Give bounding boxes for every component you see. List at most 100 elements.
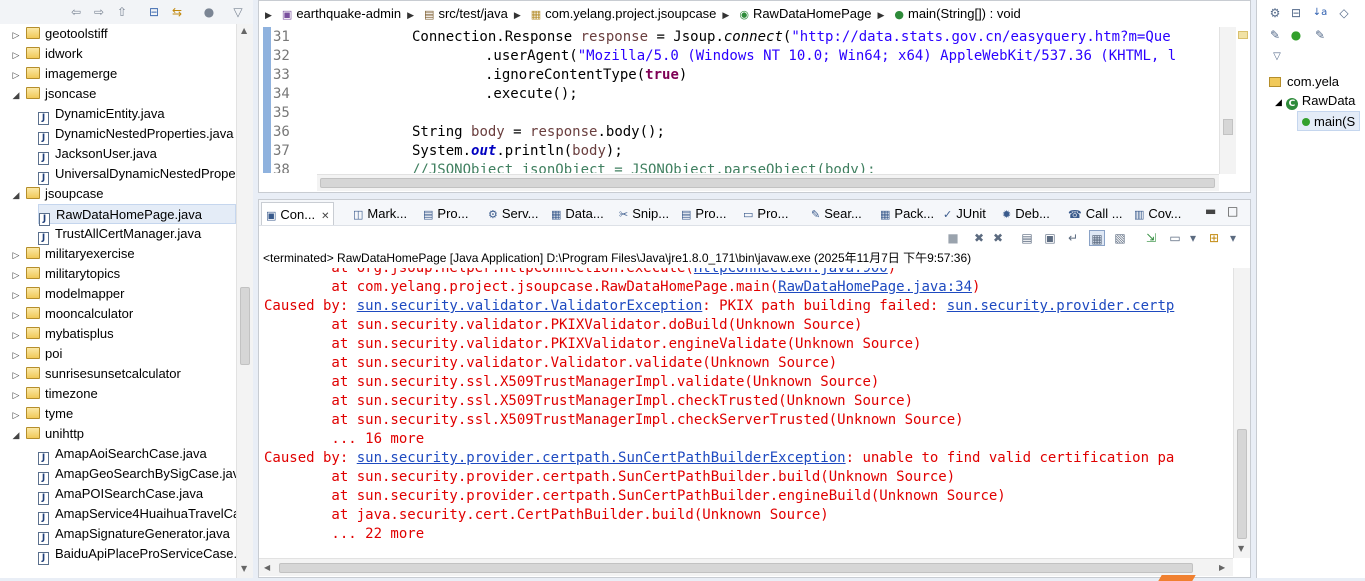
package-node[interactable]: ▷ militarytopics	[10, 264, 121, 284]
terminate-icon[interactable]: ■	[945, 230, 961, 246]
collapse-all-icon[interactable]: ⊟	[1288, 5, 1304, 21]
code-line[interactable]: 38 //JSONObject jsonObject = JSONObject.p…	[259, 161, 1219, 173]
java-file-node[interactable]: J AmapAoiSearchCase.java	[38, 444, 236, 465]
hide-non-public-icon[interactable]: ●	[1288, 27, 1304, 43]
scroll-lock-icon[interactable]: ▣	[1042, 230, 1058, 246]
package-node[interactable]: ◢ jsoupcase	[10, 184, 104, 204]
java-file-node[interactable]: J UniversalDynamicNestedPrope	[38, 164, 236, 185]
expanded-arrow-icon[interactable]: ◢	[10, 186, 22, 206]
tab-call-hierarchy[interactable]: ☎ Call ...	[1064, 202, 1127, 225]
package-tree-scrollbar[interactable]: ▲ ▼	[236, 24, 253, 578]
word-wrap-icon[interactable]: ↵	[1065, 230, 1081, 246]
console-output-line[interactable]: at sun.security.validator.PKIXValidator.…	[264, 316, 862, 335]
package-node[interactable]: ▷ mybatisplus	[10, 324, 114, 344]
tab-properties[interactable]: ▤ Pro...	[419, 202, 472, 225]
console-output-line[interactable]: ... 16 more	[264, 430, 424, 449]
link-with-editor-icon[interactable]: ⇆	[169, 4, 185, 20]
expanded-arrow-icon[interactable]: ◢	[10, 426, 22, 446]
package-node[interactable]: ◢ jsoncase	[10, 84, 97, 106]
console-output-line[interactable]: at java.security.cert.CertPathBuilder.bu…	[264, 506, 828, 525]
expanded-arrow-icon[interactable]: ◢	[1275, 98, 1282, 108]
console-output-line[interactable]: at com.yelang.project.jsoupcase.RawDataH…	[264, 278, 980, 297]
back-arrow-icon[interactable]: ⇦	[68, 4, 84, 20]
scrollbar-thumb[interactable]	[279, 563, 1193, 573]
show-console-on-error-icon[interactable]: ▧	[1112, 230, 1128, 246]
package-node[interactable]: ▷ timezone	[10, 384, 98, 404]
maximize-icon[interactable]: □	[1227, 204, 1238, 218]
tab-package-explorer[interactable]: ▦ Pack...	[876, 202, 938, 225]
collapsed-arrow-icon[interactable]: ▷	[10, 326, 22, 346]
view-menu-icon[interactable]: ▽	[230, 4, 246, 20]
console-output-line[interactable]: at sun.security.ssl.X509TrustManagerImpl…	[264, 373, 879, 392]
collapsed-arrow-icon[interactable]: ▷	[10, 406, 22, 426]
scroll-down-arrow-icon[interactable]: ▼	[1238, 544, 1244, 553]
package-node[interactable]: ▷ idwork	[10, 44, 83, 64]
console-output-line[interactable]: at sun.security.validator.PKIXValidator.…	[264, 335, 921, 354]
view-menu-icon[interactable]: ▽	[1269, 49, 1285, 65]
code-line[interactable]: 34 .execute();	[259, 85, 1219, 104]
tab-coverage[interactable]: ▥ Cov...	[1130, 202, 1185, 225]
scroll-down-arrow-icon[interactable]: ▼	[241, 564, 247, 573]
package-node[interactable]: ▷ militaryexercise	[10, 244, 135, 264]
java-file-node[interactable]: J AmapGeoSearchBySigCase.java	[38, 464, 236, 485]
tab-progress[interactable]: ▭ Pro...	[739, 202, 792, 225]
warning-marker[interactable]	[1238, 31, 1248, 39]
collapse-all-icon[interactable]: ⊟	[146, 4, 162, 20]
console-vertical-scrollbar[interactable]: ▼	[1233, 268, 1250, 558]
console-output-line[interactable]: at sun.security.provider.certpath.SunCer…	[264, 468, 955, 487]
tab-junit[interactable]: ✓ JUnit	[939, 202, 990, 225]
java-file-node[interactable]: J DynamicEntity.java	[38, 104, 236, 125]
tab-console[interactable]: ▣ Con... ✕	[261, 202, 335, 225]
tab-search[interactable]: ✎ Sear...	[807, 202, 866, 225]
code-line[interactable]: 37 System.out.println(body);	[259, 142, 1219, 161]
hide-fields-icon[interactable]: ◇	[1336, 5, 1352, 21]
tab-servers[interactable]: ⚙ Serv...	[484, 202, 542, 225]
console-output-line[interactable]: ... 22 more	[264, 525, 424, 544]
code-line[interactable]: 36 String body = response.body();	[259, 123, 1219, 142]
package-node[interactable]: ▷ geotoolstiff	[10, 24, 108, 44]
editor-vertical-scrollbar[interactable]	[1219, 27, 1236, 174]
focus-icon[interactable]: ●	[201, 4, 217, 20]
pin-console-icon[interactable]: ⇲	[1143, 230, 1159, 246]
breadcrumb-item[interactable]: ◉ RawDataHomePage	[739, 1, 871, 28]
package-node[interactable]: ▷ modelmapper	[10, 284, 125, 304]
collapsed-arrow-icon[interactable]: ▷	[10, 46, 22, 66]
breadcrumb-item[interactable]: ▦ com.yelang.project.jsoupcase	[531, 1, 717, 28]
java-file-node[interactable]: J JacksonUser.java	[38, 144, 236, 165]
expanded-arrow-icon[interactable]: ◢	[10, 86, 22, 106]
hide-static-icon[interactable]: ✎	[1267, 27, 1283, 43]
code-line[interactable]: 32 .userAgent("Mozilla/5.0 (Windows NT 10…	[259, 47, 1219, 66]
breadcrumb-separator-icon[interactable]: ▶	[722, 3, 729, 29]
editor-horizontal-scrollbar[interactable]	[317, 174, 1219, 191]
tab-markers[interactable]: ◫ Mark...	[349, 202, 411, 225]
scrollbar-thumb[interactable]	[240, 287, 250, 365]
collapsed-arrow-icon[interactable]: ▷	[10, 366, 22, 386]
scroll-left-arrow-icon[interactable]: ◀	[264, 563, 270, 572]
remove-launch-icon[interactable]: ✖	[971, 230, 987, 246]
scroll-right-arrow-icon[interactable]: ▶	[1219, 563, 1225, 572]
forward-arrow-icon[interactable]: ⇨	[91, 4, 107, 20]
dropdown-arrow-icon[interactable]: ▾	[1185, 230, 1201, 246]
breadcrumb-separator-icon[interactable]: ▶	[265, 3, 272, 29]
package-node[interactable]: ▷ imagemerge	[10, 64, 118, 86]
java-file-node[interactable]: J DynamicNestedProperties.java	[38, 124, 236, 145]
dropdown-arrow-icon[interactable]: ▾	[1225, 230, 1241, 246]
scrollbar-thumb[interactable]	[1237, 429, 1247, 539]
java-file-node[interactable]: J TrustAllCertManager.java	[38, 224, 236, 245]
show-console-on-output-icon[interactable]: ▦	[1089, 230, 1105, 246]
up-folder-icon[interactable]: ⇧	[114, 4, 130, 20]
console-output-line[interactable]: at org.jsoup.helper.HttpConnection.execu…	[264, 268, 896, 278]
tab-snippets[interactable]: ✂ Snip...	[615, 202, 673, 225]
package-node[interactable]: ▷ tyme	[10, 404, 74, 426]
package-node[interactable]: ◢ unihttp	[10, 424, 85, 446]
console-output-line[interactable]: at sun.security.validator.Validator.vali…	[264, 354, 837, 373]
code-line[interactable]: 35	[259, 104, 1219, 123]
java-file-node[interactable]: J AmaPOISearchCase.java	[38, 484, 236, 505]
tab-debug[interactable]: ✹ Deb...	[998, 202, 1054, 225]
java-file-node[interactable]: J BaiduApiPlaceProServiceCase.j	[38, 544, 236, 565]
code-line[interactable]: 33 .ignoreContentType(true)	[259, 66, 1219, 85]
breadcrumb-item[interactable]: ▣ earthquake-admin	[282, 1, 401, 28]
breadcrumb-separator-icon[interactable]: ▶	[407, 3, 414, 29]
console-output-line[interactable]: Caused by: sun.security.provider.certpat…	[264, 449, 1174, 468]
collapsed-arrow-icon[interactable]: ▷	[10, 66, 22, 86]
